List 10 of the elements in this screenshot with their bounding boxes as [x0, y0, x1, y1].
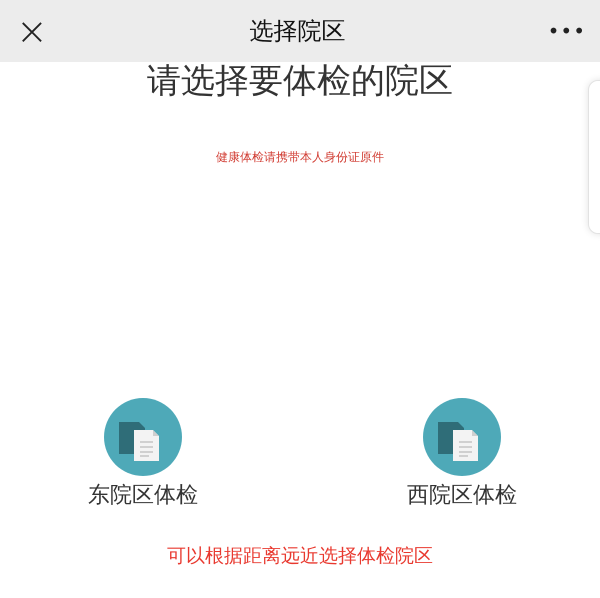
hint-text: 可以根据距离远近选择体检院区	[166, 544, 434, 569]
documents-icon	[423, 398, 501, 476]
page-title: 选择院区	[250, 16, 346, 47]
more-icon[interactable]: •••	[548, 19, 586, 43]
campus-button[interactable]: 东院区体检	[88, 398, 198, 510]
documents-icon	[104, 398, 182, 476]
heading: 请选择要体检的院区	[146, 62, 454, 100]
notice-text: 健康体检请携带本人身份证原件	[215, 149, 385, 166]
close-icon[interactable]: ×	[16, 12, 48, 50]
campus-button[interactable]: 西院区体检	[407, 398, 517, 510]
